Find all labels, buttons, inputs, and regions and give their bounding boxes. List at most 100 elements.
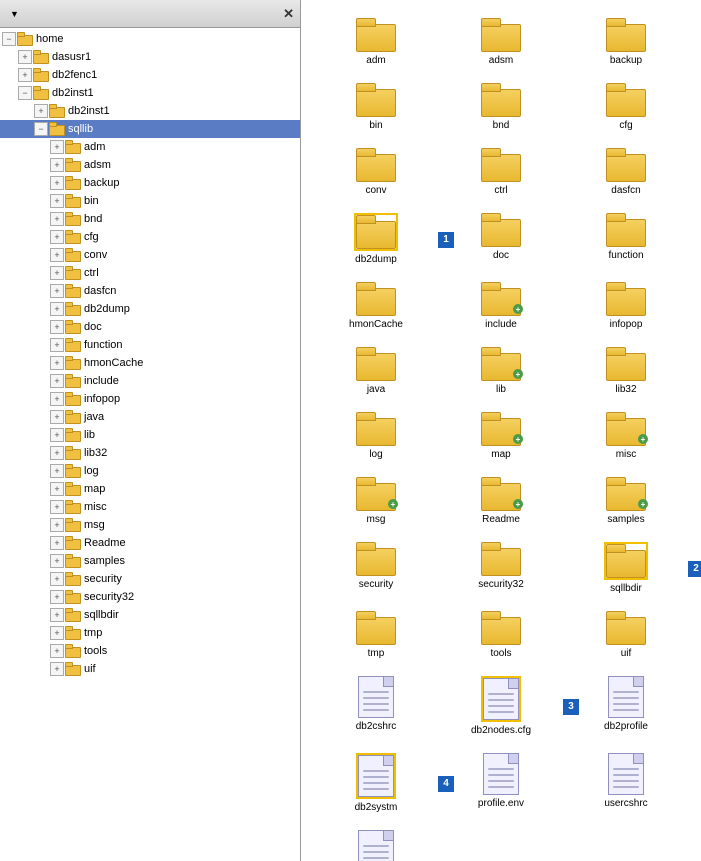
tree-node-Readme[interactable]: +Readme <box>0 534 300 552</box>
grid-item-Readme[interactable]: +Readme <box>441 474 561 529</box>
tree-body[interactable]: −home+dasusr1+db2fenc1−db2inst1+db2inst1… <box>0 28 300 861</box>
grid-item-tmp[interactable]: tmp <box>316 608 436 663</box>
tree-expand-btn[interactable]: + <box>50 608 64 622</box>
grid-item-infopop[interactable]: infopop <box>566 279 686 334</box>
tree-node-cfg[interactable]: +cfg <box>0 228 300 246</box>
tree-expand-btn[interactable]: + <box>50 374 64 388</box>
tree-node-db2inst1_child[interactable]: +db2inst1 <box>0 102 300 120</box>
tree-node-lib32[interactable]: +lib32 <box>0 444 300 462</box>
tree-expand-btn[interactable]: + <box>50 266 64 280</box>
tree-node-tools[interactable]: +tools <box>0 642 300 660</box>
grid-item-usercshrc[interactable]: usercshrc <box>566 750 686 817</box>
tree-expand-btn[interactable]: − <box>18 86 32 100</box>
tree-expand-btn[interactable]: + <box>50 482 64 496</box>
tree-node-conv[interactable]: +conv <box>0 246 300 264</box>
tree-node-uif[interactable]: +uif <box>0 660 300 678</box>
grid-item-map[interactable]: +map <box>441 409 561 464</box>
tree-close-button[interactable]: ✕ <box>283 6 294 22</box>
tree-node-adm[interactable]: +adm <box>0 138 300 156</box>
grid-item-hmonCache[interactable]: hmonCache <box>316 279 436 334</box>
tree-expand-btn[interactable]: + <box>50 518 64 532</box>
tree-expand-btn[interactable]: + <box>50 194 64 208</box>
tree-node-sqllbdir[interactable]: +sqllbdir <box>0 606 300 624</box>
grid-item-include[interactable]: +include <box>441 279 561 334</box>
grid-item-bnd[interactable]: bnd <box>441 80 561 135</box>
grid-item-db2nodes.cfg[interactable]: 3db2nodes.cfg <box>441 673 561 740</box>
tree-expand-btn[interactable]: + <box>50 590 64 604</box>
tree-node-db2inst1[interactable]: −db2inst1 <box>0 84 300 102</box>
tree-dropdown-arrow[interactable]: ▼ <box>10 9 19 19</box>
tree-expand-btn[interactable]: + <box>50 662 64 676</box>
tree-node-bnd[interactable]: +bnd <box>0 210 300 228</box>
tree-expand-btn[interactable]: + <box>34 104 48 118</box>
tree-node-ctrl[interactable]: +ctrl <box>0 264 300 282</box>
tree-node-security[interactable]: +security <box>0 570 300 588</box>
grid-item-java[interactable]: java <box>316 344 436 399</box>
tree-node-tmp[interactable]: +tmp <box>0 624 300 642</box>
tree-expand-btn[interactable]: + <box>18 50 32 64</box>
tree-node-infopop[interactable]: +infopop <box>0 390 300 408</box>
grid-item-backup[interactable]: backup <box>566 15 686 70</box>
grid-item-tools[interactable]: tools <box>441 608 561 663</box>
tree-expand-btn[interactable]: + <box>50 230 64 244</box>
tree-expand-btn[interactable]: + <box>50 446 64 460</box>
grid-item-db2cshrc[interactable]: db2cshrc <box>316 673 436 740</box>
tree-node-security32[interactable]: +security32 <box>0 588 300 606</box>
tree-expand-btn[interactable]: + <box>50 158 64 172</box>
tree-node-samples[interactable]: +samples <box>0 552 300 570</box>
tree-node-java[interactable]: +java <box>0 408 300 426</box>
grid-item-db2profile[interactable]: db2profile <box>566 673 686 740</box>
tree-node-log[interactable]: +log <box>0 462 300 480</box>
tree-node-function[interactable]: +function <box>0 336 300 354</box>
tree-expand-btn[interactable]: + <box>50 392 64 406</box>
tree-expand-btn[interactable]: + <box>50 356 64 370</box>
right-panel[interactable]: admadsmbackup binbndcfg convctrldasfcn 1db2… <box>301 0 701 861</box>
tree-expand-btn[interactable]: + <box>50 284 64 298</box>
grid-item-ctrl[interactable]: ctrl <box>441 145 561 200</box>
tree-expand-btn[interactable]: + <box>50 176 64 190</box>
tree-expand-btn[interactable]: + <box>50 428 64 442</box>
grid-item-misc[interactable]: +misc <box>566 409 686 464</box>
tree-node-db2dump[interactable]: +db2dump <box>0 300 300 318</box>
tree-node-doc[interactable]: +doc <box>0 318 300 336</box>
tree-node-dasusr1[interactable]: +dasusr1 <box>0 48 300 66</box>
tree-expand-btn[interactable]: + <box>50 212 64 226</box>
grid-item-conv[interactable]: conv <box>316 145 436 200</box>
grid-item-bin[interactable]: bin <box>316 80 436 135</box>
tree-node-lib[interactable]: +lib <box>0 426 300 444</box>
grid-item-dasfcn[interactable]: dasfcn <box>566 145 686 200</box>
tree-expand-btn[interactable]: − <box>2 32 16 46</box>
grid-item-function[interactable]: function <box>566 210 686 269</box>
tree-expand-btn[interactable]: + <box>50 554 64 568</box>
tree-node-bin[interactable]: +bin <box>0 192 300 210</box>
tree-node-map[interactable]: +map <box>0 480 300 498</box>
tree-expand-btn[interactable]: + <box>50 500 64 514</box>
grid-item-profile.env[interactable]: profile.env <box>441 750 561 817</box>
tree-node-msg[interactable]: +msg <box>0 516 300 534</box>
grid-item-lib32[interactable]: lib32 <box>566 344 686 399</box>
grid-item-security32[interactable]: security32 <box>441 539 561 598</box>
tree-expand-btn[interactable]: + <box>50 464 64 478</box>
grid-item-doc[interactable]: doc <box>441 210 561 269</box>
tree-node-misc[interactable]: +misc <box>0 498 300 516</box>
tree-expand-btn[interactable]: + <box>50 338 64 352</box>
tree-expand-btn[interactable]: + <box>50 626 64 640</box>
grid-item-adm[interactable]: adm <box>316 15 436 70</box>
grid-item-cfg[interactable]: cfg <box>566 80 686 135</box>
grid-item-db2systm[interactable]: 4db2systm <box>316 750 436 817</box>
grid-item-security[interactable]: security <box>316 539 436 598</box>
tree-node-dasfcn[interactable]: +dasfcn <box>0 282 300 300</box>
tree-node-home[interactable]: −home <box>0 30 300 48</box>
grid-item-msg[interactable]: +msg <box>316 474 436 529</box>
grid-item-log[interactable]: log <box>316 409 436 464</box>
tree-node-db2fenc1[interactable]: +db2fenc1 <box>0 66 300 84</box>
grid-item-db2dump[interactable]: 1db2dump <box>316 210 436 269</box>
tree-expand-btn[interactable]: + <box>18 68 32 82</box>
grid-item-adsm[interactable]: adsm <box>441 15 561 70</box>
grid-item-samples[interactable]: +samples <box>566 474 686 529</box>
tree-expand-btn[interactable]: + <box>50 536 64 550</box>
tree-node-include[interactable]: +include <box>0 372 300 390</box>
tree-expand-btn[interactable]: + <box>50 320 64 334</box>
tree-expand-btn[interactable]: + <box>50 572 64 586</box>
tree-node-hmonCache[interactable]: +hmonCache <box>0 354 300 372</box>
